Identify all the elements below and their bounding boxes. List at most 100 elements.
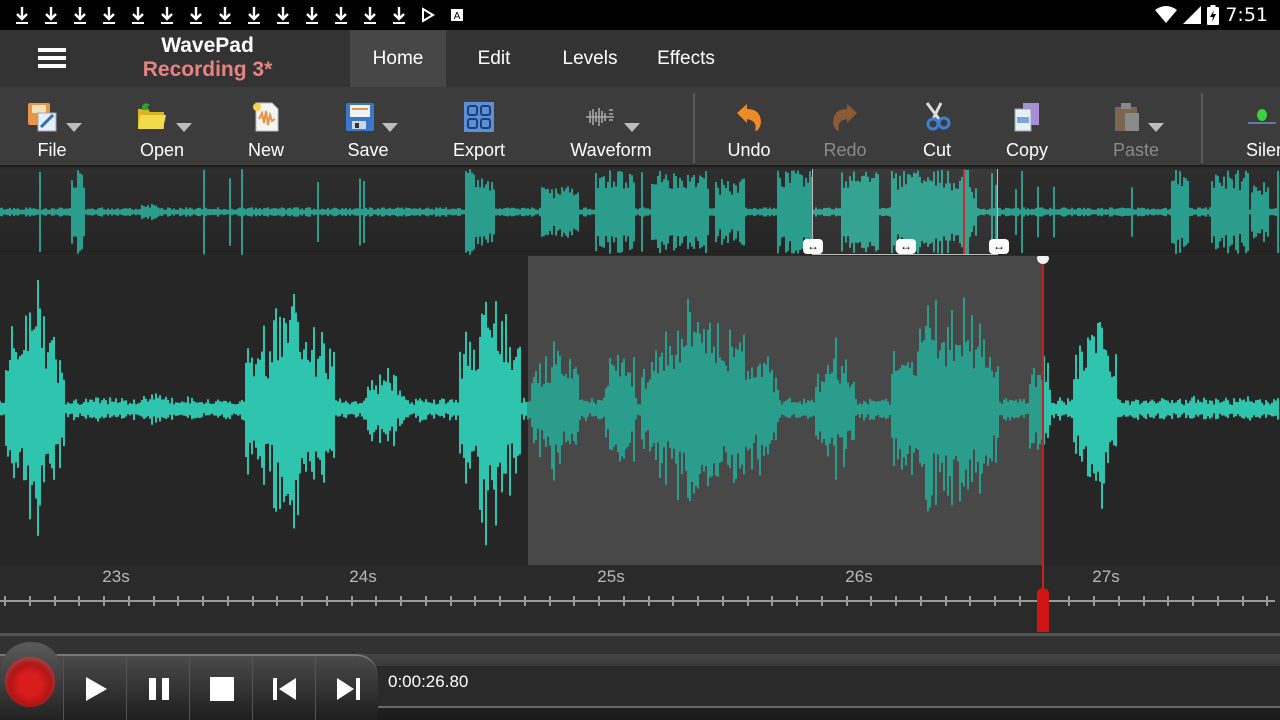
- timeline-tick: [1018, 596, 1021, 606]
- download-icon: [14, 4, 30, 26]
- waveform-button[interactable]: Waveform: [566, 87, 656, 167]
- timeline-tick: [697, 596, 699, 606]
- open-button[interactable]: Open: [120, 87, 204, 167]
- new-button[interactable]: New: [226, 87, 306, 167]
- timeline-tick: [1117, 596, 1120, 606]
- skip-to-start-button[interactable]: [252, 656, 314, 720]
- timeline-tick: [771, 596, 774, 606]
- resize-horizontal-icon[interactable]: ↔: [803, 239, 823, 254]
- play-button[interactable]: [63, 656, 125, 720]
- svg-text:A: A: [454, 11, 461, 22]
- new-file-icon: [253, 102, 279, 132]
- toolbar-divider: [1201, 93, 1203, 163]
- status-bar: A 7:51: [0, 0, 1280, 30]
- tick-label-27s: 27s: [1092, 567, 1120, 586]
- paste-button[interactable]: Paste: [1096, 87, 1176, 167]
- timeline-tick: [251, 596, 254, 606]
- silence-button[interactable]: Silen: [1228, 87, 1280, 167]
- battery-charging-icon: [1207, 5, 1220, 25]
- overview-waveform: [0, 169, 1279, 255]
- timeline-tick: [400, 596, 402, 606]
- resize-horizontal-icon[interactable]: ↔: [989, 239, 1009, 254]
- download-icon: [275, 4, 291, 26]
- timeline-tick: [1266, 596, 1269, 606]
- download-icon: [43, 4, 59, 26]
- download-icon: [72, 4, 88, 26]
- play-icon: [86, 677, 107, 701]
- timeline-tick: [28, 596, 31, 606]
- timeline-tick: [622, 596, 625, 606]
- export-label: Export: [452, 140, 506, 160]
- timeline-tick: [1216, 596, 1219, 606]
- download-icon: [304, 4, 320, 26]
- hamburger-menu-icon[interactable]: [30, 44, 74, 74]
- tick-label-26s: 26s: [845, 567, 873, 586]
- download-icon: [217, 4, 233, 26]
- tab-levels[interactable]: Levels: [542, 30, 638, 87]
- skip-back-icon: [273, 678, 296, 700]
- file-button[interactable]: File: [10, 87, 94, 167]
- timeline-tick: [226, 596, 229, 606]
- timeline-tick: [919, 596, 922, 606]
- timeline-tick: [647, 596, 650, 606]
- open-label: Open: [139, 140, 185, 160]
- tab-effects[interactable]: Effects: [638, 30, 734, 87]
- timeline-tick: [53, 596, 56, 606]
- download-icon: [333, 4, 349, 26]
- timeline-axis: [0, 600, 1275, 602]
- timeline-tick: [177, 596, 180, 606]
- save-icon: [346, 103, 374, 131]
- timeline-tick: [4, 596, 6, 606]
- timeline-tick: [350, 596, 353, 606]
- waveform-editor[interactable]: [0, 256, 1280, 565]
- play-store-icon: [420, 4, 436, 26]
- clock: 7:51: [1225, 4, 1268, 26]
- download-icon: [362, 4, 378, 26]
- pause-button[interactable]: [126, 656, 188, 720]
- timeline-tick: [103, 596, 105, 606]
- timeline-tick: [820, 596, 823, 606]
- redo-label: Redo: [823, 140, 867, 160]
- waveform-overview[interactable]: ↔ ↔ ↔: [0, 169, 1280, 255]
- timeline-tick: [870, 596, 873, 606]
- wifi-icon: [1155, 6, 1178, 23]
- timeline-tick: [1068, 596, 1071, 606]
- record-button[interactable]: [0, 642, 62, 720]
- timeline-tick: [746, 596, 749, 606]
- tick-label-25s: 25s: [597, 567, 625, 586]
- playhead-line: [1042, 256, 1044, 632]
- undo-icon: [737, 104, 761, 131]
- timeline-tick: [969, 596, 972, 606]
- save-button[interactable]: Save: [330, 87, 406, 167]
- save-label: Save: [347, 140, 389, 160]
- playhead-handle[interactable]: [1037, 588, 1049, 632]
- timeline-tick: [1241, 596, 1244, 606]
- tick-label-23s: 23s: [102, 567, 130, 586]
- tab-edit[interactable]: Edit: [446, 30, 542, 87]
- cut-button[interactable]: Cut: [898, 87, 976, 167]
- timeline-tick: [721, 596, 724, 606]
- paste-icon: [1115, 103, 1139, 131]
- timeline-tick: [672, 596, 675, 606]
- timeline-tick: [1192, 596, 1194, 606]
- timeline-tick: [375, 596, 378, 606]
- stop-button[interactable]: [189, 656, 251, 720]
- a-notification-icon: A: [449, 4, 465, 26]
- download-icon: [391, 4, 407, 26]
- export-button[interactable]: Export: [440, 87, 518, 167]
- undo-button[interactable]: Undo: [710, 87, 788, 167]
- timeline-ruler[interactable]: 23s 24s 25s 26s 27s: [0, 565, 1280, 633]
- skip-to-end-button[interactable]: [315, 656, 377, 720]
- copy-button[interactable]: Copy: [988, 87, 1066, 167]
- tab-home[interactable]: Home: [350, 30, 446, 87]
- waveform-label: Waveform: [570, 140, 652, 160]
- timeline-tick: [944, 596, 947, 606]
- timeline-tick: [573, 596, 576, 606]
- download-icon: [188, 4, 204, 26]
- resize-horizontal-icon[interactable]: ↔: [896, 239, 916, 254]
- new-label: New: [247, 140, 284, 160]
- redo-button[interactable]: Redo: [806, 87, 884, 167]
- timeline-tick: [1142, 596, 1145, 606]
- stop-icon: [210, 677, 234, 701]
- pause-icon: [149, 678, 169, 700]
